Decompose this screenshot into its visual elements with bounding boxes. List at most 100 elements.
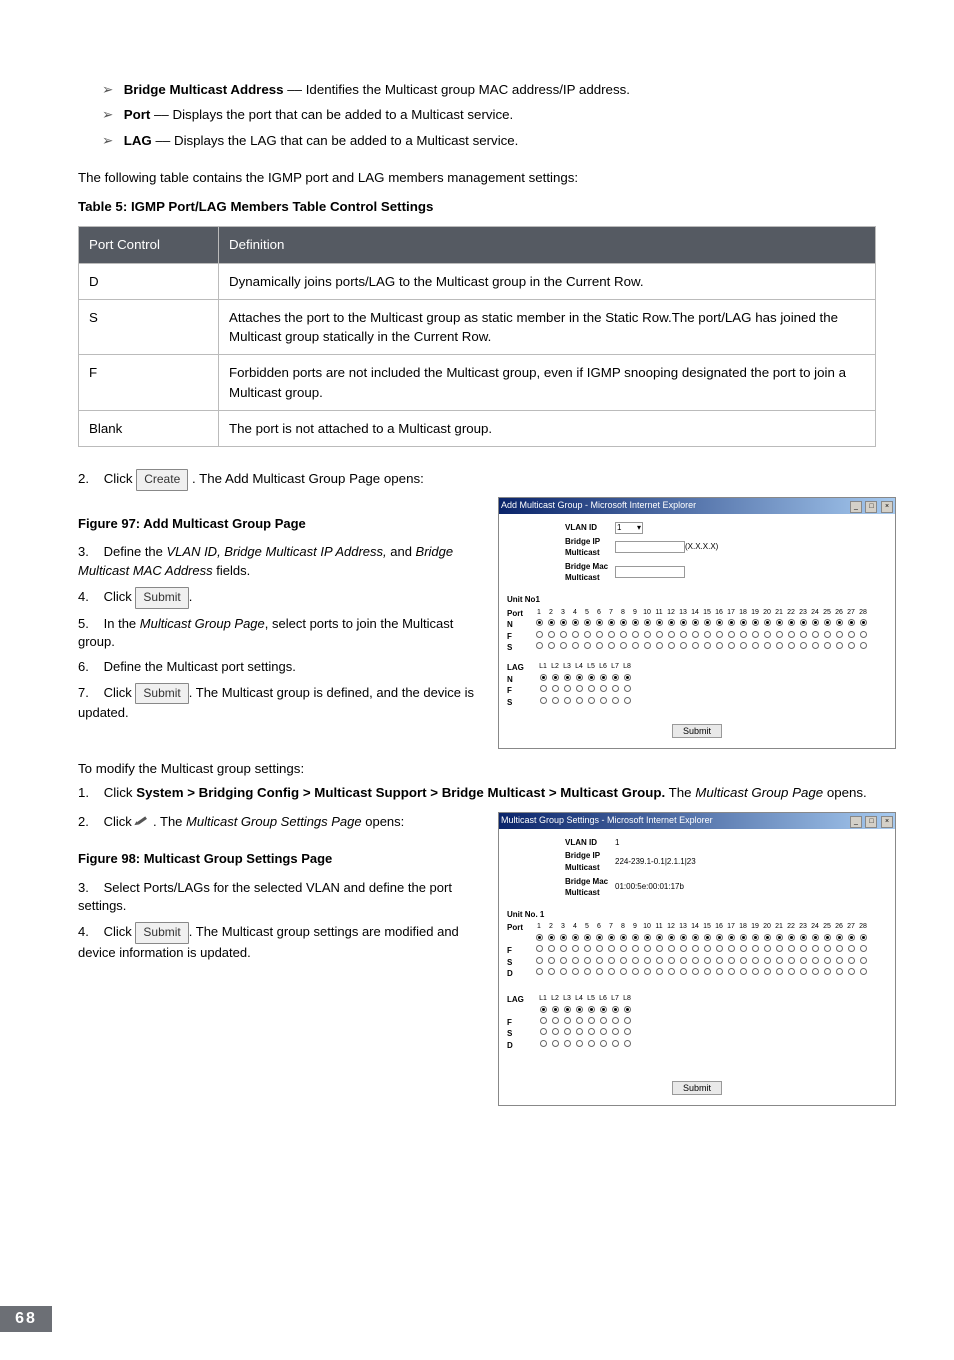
radio-cell[interactable] [585,1006,597,1017]
radio-cell[interactable] [581,957,593,969]
radio-cell[interactable] [701,957,713,969]
radio-cell[interactable] [545,631,557,643]
radio-cell[interactable] [725,945,737,957]
radio-cell[interactable] [773,957,785,969]
radio-cell[interactable] [737,968,749,980]
radio-cell[interactable] [773,619,785,631]
radio-cell[interactable] [597,1028,609,1040]
radio-cell[interactable] [537,685,549,697]
radio-cell[interactable] [621,697,633,709]
radio-cell[interactable] [833,945,845,957]
radio-cell[interactable] [549,1006,561,1017]
radio-cell[interactable] [617,968,629,980]
radio-cell[interactable] [641,968,653,980]
radio-cell[interactable] [597,1006,609,1017]
radio-cell[interactable] [629,968,641,980]
radio-cell[interactable] [833,934,845,945]
radio-cell[interactable] [821,642,833,654]
radio-cell[interactable] [597,697,609,709]
radio-cell[interactable] [689,934,701,945]
radio-cell[interactable] [809,957,821,969]
radio-cell[interactable] [857,934,869,945]
radio-cell[interactable] [653,957,665,969]
titlebar[interactable]: Add Multicast Group - Microsoft Internet… [499,498,895,514]
radio-cell[interactable] [569,945,581,957]
radio-cell[interactable] [537,697,549,709]
radio-cell[interactable] [545,934,557,945]
radio-cell[interactable] [609,685,621,697]
radio-cell[interactable] [629,642,641,654]
radio-cell[interactable] [641,957,653,969]
radio-cell[interactable] [653,619,665,631]
radio-cell[interactable] [549,1040,561,1052]
radio-cell[interactable] [641,945,653,957]
radio-cell[interactable] [725,642,737,654]
radio-cell[interactable] [593,957,605,969]
radio-cell[interactable] [621,1028,633,1040]
radio-cell[interactable] [785,642,797,654]
radio-cell[interactable] [665,642,677,654]
radio-cell[interactable] [573,1028,585,1040]
submit-button[interactable]: Submit [135,587,188,608]
radio-cell[interactable] [533,968,545,980]
radio-cell[interactable] [533,619,545,631]
radio-cell[interactable] [585,685,597,697]
radio-cell[interactable] [629,631,641,643]
radio-cell[interactable] [713,619,725,631]
radio-cell[interactable] [629,957,641,969]
radio-cell[interactable] [797,642,809,654]
radio-cell[interactable] [713,968,725,980]
radio-cell[interactable] [629,945,641,957]
radio-cell[interactable] [609,1017,621,1029]
radio-cell[interactable] [809,968,821,980]
radio-cell[interactable] [593,619,605,631]
radio-cell[interactable] [761,619,773,631]
radio-cell[interactable] [821,968,833,980]
radio-cell[interactable] [617,631,629,643]
radio-cell[interactable] [621,1017,633,1029]
radio-cell[interactable] [545,968,557,980]
radio-cell[interactable] [641,642,653,654]
radio-cell[interactable] [821,957,833,969]
radio-cell[interactable] [621,674,633,686]
radio-cell[interactable] [677,934,689,945]
submit-button[interactable]: Submit [672,1081,722,1095]
close-icon[interactable]: × [881,816,893,828]
radio-cell[interactable] [749,945,761,957]
radio-cell[interactable] [533,631,545,643]
radio-cell[interactable] [641,934,653,945]
pencil-icon[interactable] [135,812,149,826]
radio-cell[interactable] [617,619,629,631]
radio-cell[interactable] [573,685,585,697]
radio-cell[interactable] [561,1028,573,1040]
radio-cell[interactable] [785,631,797,643]
minimize-icon[interactable]: _ [850,816,862,828]
submit-button[interactable]: Submit [672,724,722,738]
radio-cell[interactable] [773,968,785,980]
radio-cell[interactable] [573,674,585,686]
radio-cell[interactable] [605,631,617,643]
radio-cell[interactable] [821,945,833,957]
radio-cell[interactable] [845,631,857,643]
radio-cell[interactable] [641,619,653,631]
radio-cell[interactable] [561,685,573,697]
radio-cell[interactable] [785,968,797,980]
radio-cell[interactable] [773,631,785,643]
radio-cell[interactable] [653,631,665,643]
radio-cell[interactable] [689,631,701,643]
radio-cell[interactable] [809,945,821,957]
maximize-icon[interactable]: □ [865,501,877,513]
radio-cell[interactable] [773,642,785,654]
radio-cell[interactable] [561,1006,573,1017]
radio-cell[interactable] [545,642,557,654]
radio-cell[interactable] [701,619,713,631]
radio-cell[interactable] [609,697,621,709]
radio-cell[interactable] [749,631,761,643]
radio-cell[interactable] [537,1040,549,1052]
radio-cell[interactable] [605,957,617,969]
radio-cell[interactable] [629,934,641,945]
radio-cell[interactable] [593,945,605,957]
radio-cell[interactable] [585,1028,597,1040]
radio-cell[interactable] [701,945,713,957]
radio-cell[interactable] [581,934,593,945]
